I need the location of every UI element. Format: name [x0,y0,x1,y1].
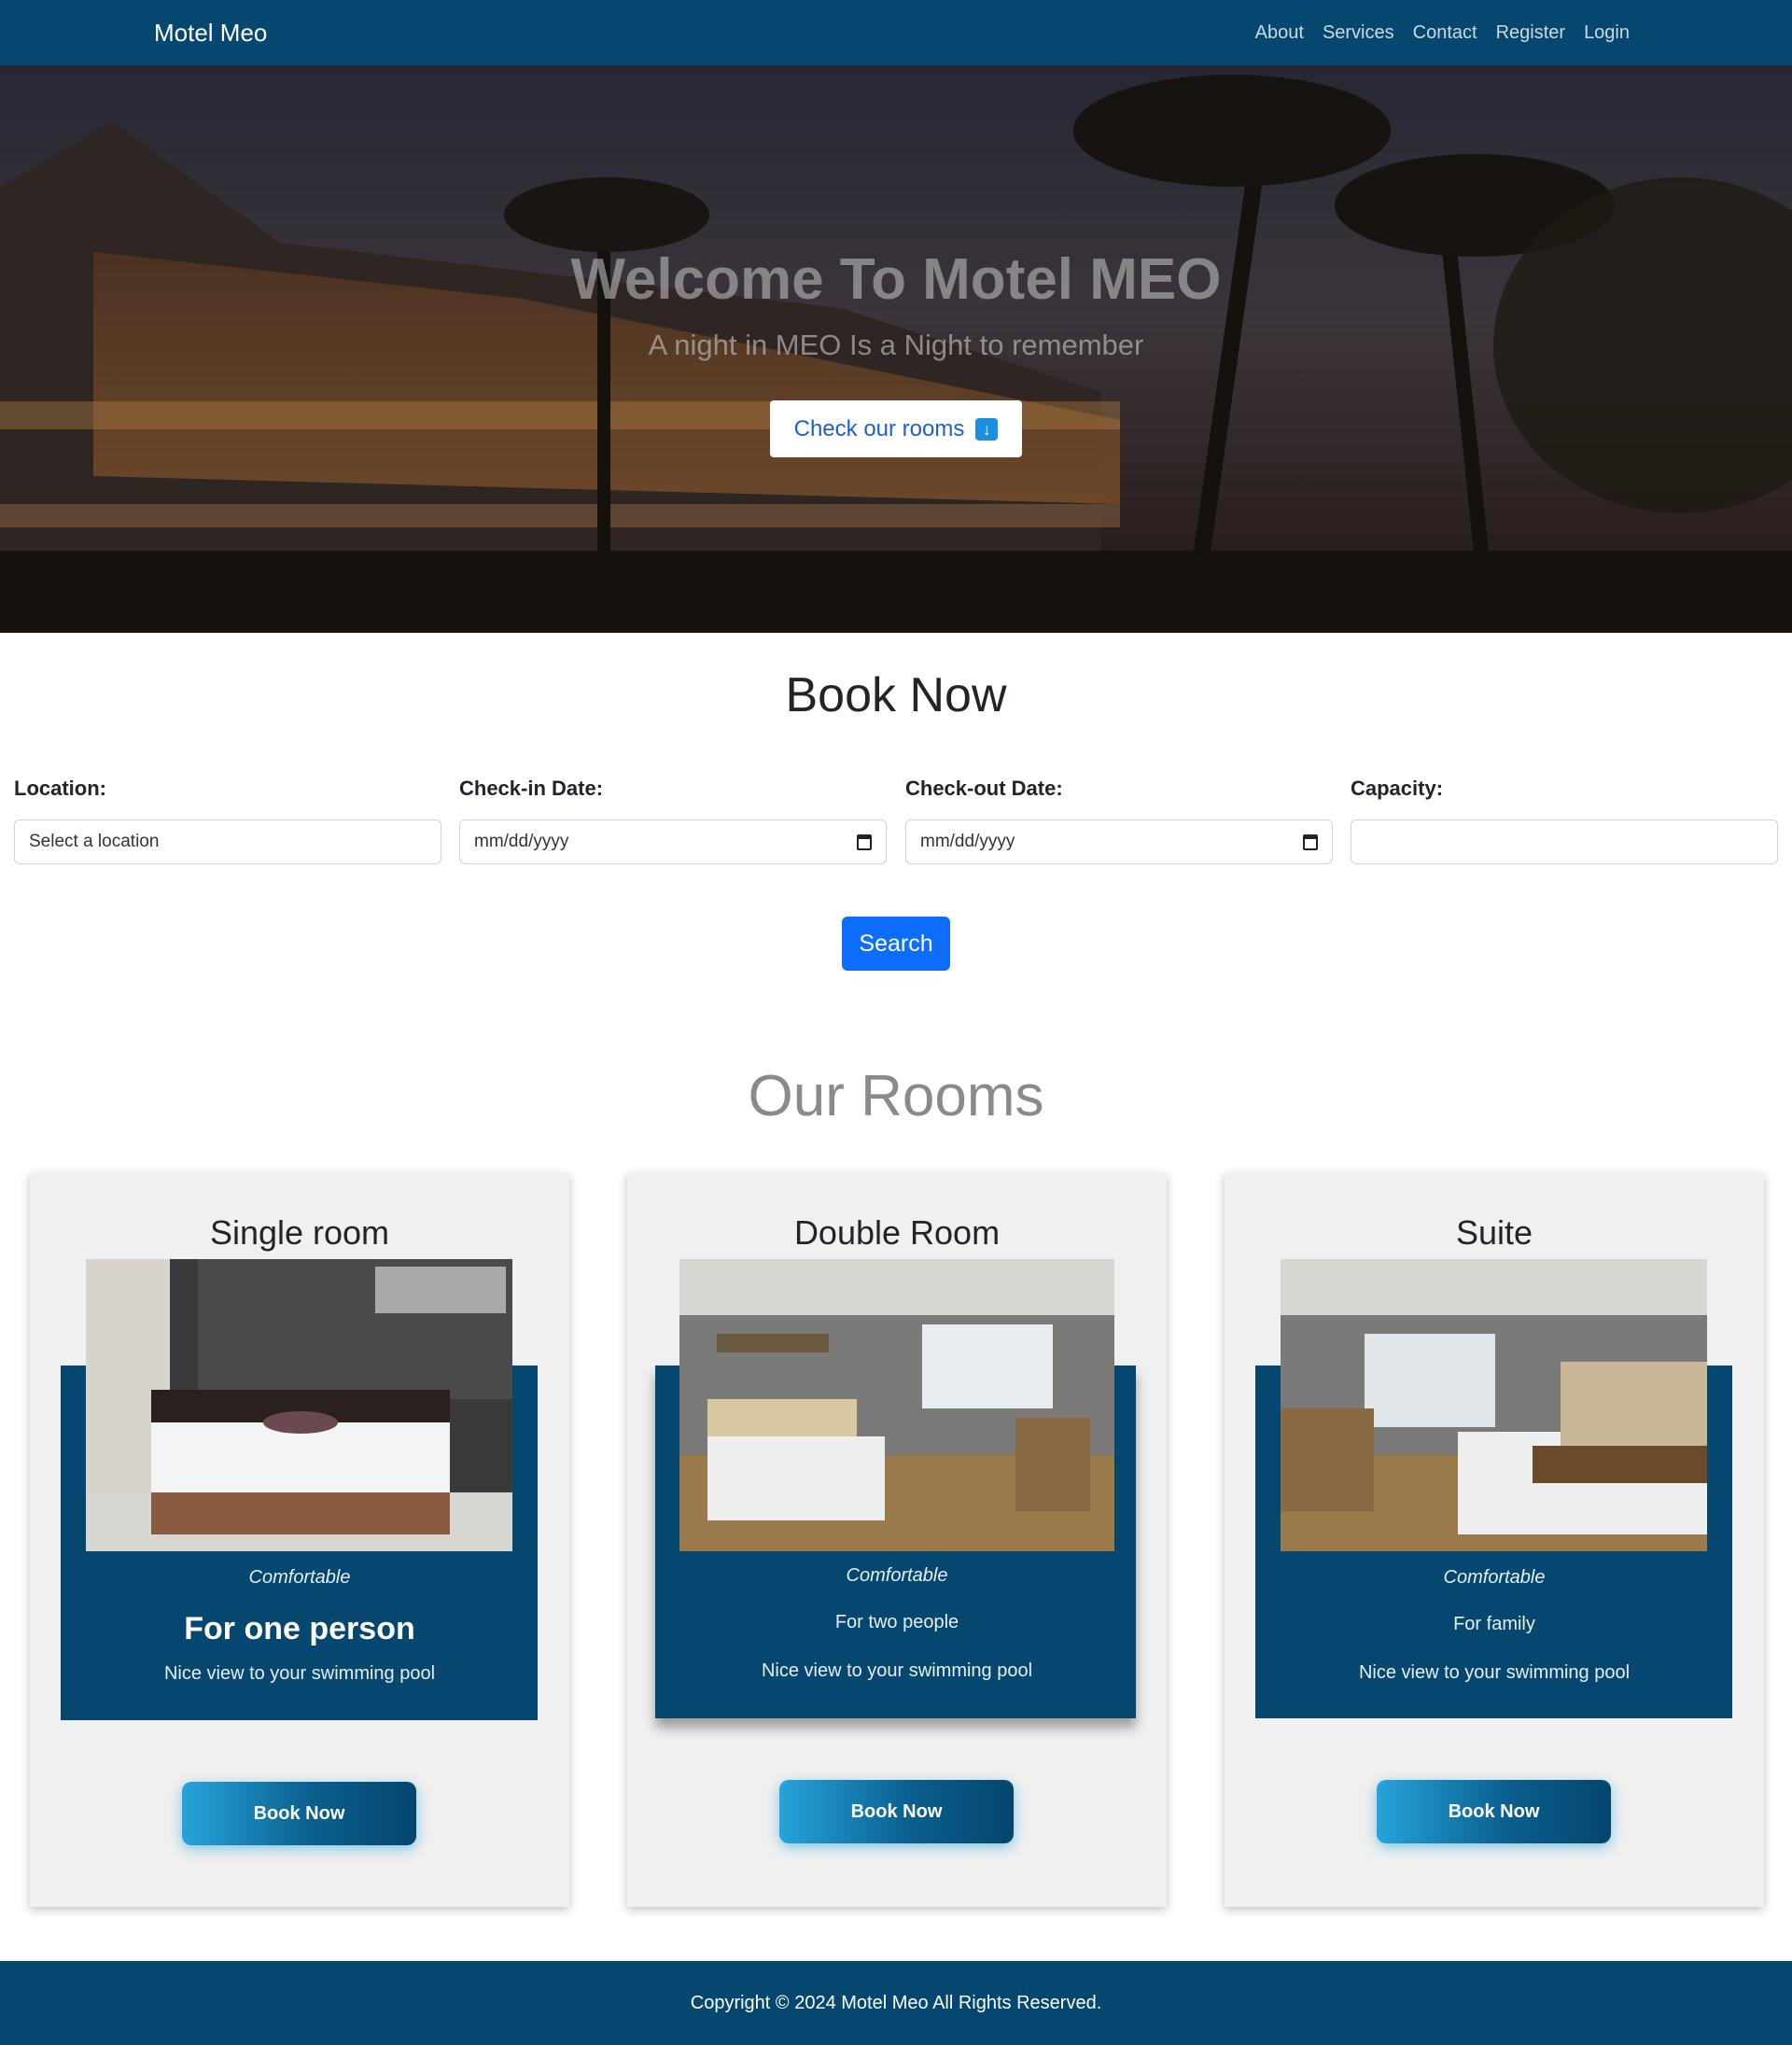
checkin-date-input[interactable]: mm/dd/yyyy [459,819,887,864]
checkout-group: Check-out Date: mm/dd/yyyy [905,773,1333,864]
brand-logo[interactable]: Motel Meo [154,17,267,49]
checkout-date-input[interactable]: mm/dd/yyyy [905,819,1333,864]
check-rooms-label: Check our rooms [793,415,965,441]
room-photo [86,1259,512,1551]
book-now-button-single[interactable]: Book Now [182,1782,416,1845]
book-now-button-double[interactable]: Book Now [779,1780,1014,1843]
book-now-heading: Book Now [785,668,1007,722]
room-tag: Comfortable [846,1565,948,1586]
hero-subtitle: A night in MEO Is a Night to remember [648,329,1144,361]
navbar: Motel Meo About Services Contact Registe… [0,0,1792,65]
calendar-icon[interactable] [1303,833,1318,850]
capacity-input[interactable] [1351,819,1778,864]
capacity-label: Capacity: [1351,777,1444,800]
nav-link-login[interactable]: Login [1584,19,1630,47]
book-now-button-suite[interactable]: Book Now [1377,1780,1611,1843]
checkin-group: Check-in Date: mm/dd/yyyy [459,773,887,864]
nav-links: About Services Contact Register Login [1255,19,1630,47]
nav-link-register[interactable]: Register [1496,19,1565,47]
location-select-value: Select a location [29,832,160,851]
capacity-group: Capacity: [1351,773,1778,864]
hero-title: Welcome To Motel MEO [570,247,1222,312]
calendar-icon[interactable] [857,833,872,850]
checkout-label: Check-out Date: [905,777,1063,800]
room-tag: Comfortable [1443,1567,1546,1588]
copyright-text: Copyright © 2024 Motel Meo All Rights Re… [690,1992,1102,2013]
room-view: Nice view to your swimming pool [761,1660,1033,1681]
room-card-single: Single room Comfortable For one person N… [30,1173,569,1907]
footer: Copyright © 2024 Motel Meo All Rights Re… [0,1961,1792,2045]
nav-link-contact[interactable]: Contact [1413,19,1477,47]
room-capacity: For two people [834,1612,959,1632]
search-button[interactable]: Search [842,917,950,971]
room-view: Nice view to your swimming pool [163,1663,436,1684]
location-group: Location: Select a location [14,773,441,864]
room-card-double: Double Room Comfortable For two people N… [627,1173,1167,1907]
nav-link-services[interactable]: Services [1323,19,1394,47]
location-label: Location: [14,777,106,800]
room-tag: Comfortable [248,1567,351,1588]
hero-banner: Welcome To Motel MEO A night in MEO Is a… [0,65,1792,633]
room-view: Nice view to your swimming pool [1358,1662,1631,1683]
room-capacity: For one person [184,1611,415,1646]
room-title: Single room [209,1213,390,1252]
arrow-down-icon: ↓ [975,417,999,441]
location-select[interactable]: Select a location [14,819,441,864]
room-title: Double Room [793,1213,1001,1252]
room-photo [1281,1259,1707,1551]
room-capacity: For family [1453,1614,1535,1634]
check-rooms-button[interactable]: Check our rooms ↓ [770,400,1022,457]
nav-link-about[interactable]: About [1255,19,1304,47]
checkin-label: Check-in Date: [459,777,604,800]
room-card-suite: Suite Comfortable For family Nice view t… [1225,1173,1764,1907]
checkin-placeholder: mm/dd/yyyy [474,832,569,851]
room-title: Suite [1455,1213,1533,1252]
room-photo [679,1259,1114,1551]
our-rooms-heading: Our Rooms [748,1064,1044,1128]
checkout-placeholder: mm/dd/yyyy [920,832,1015,851]
